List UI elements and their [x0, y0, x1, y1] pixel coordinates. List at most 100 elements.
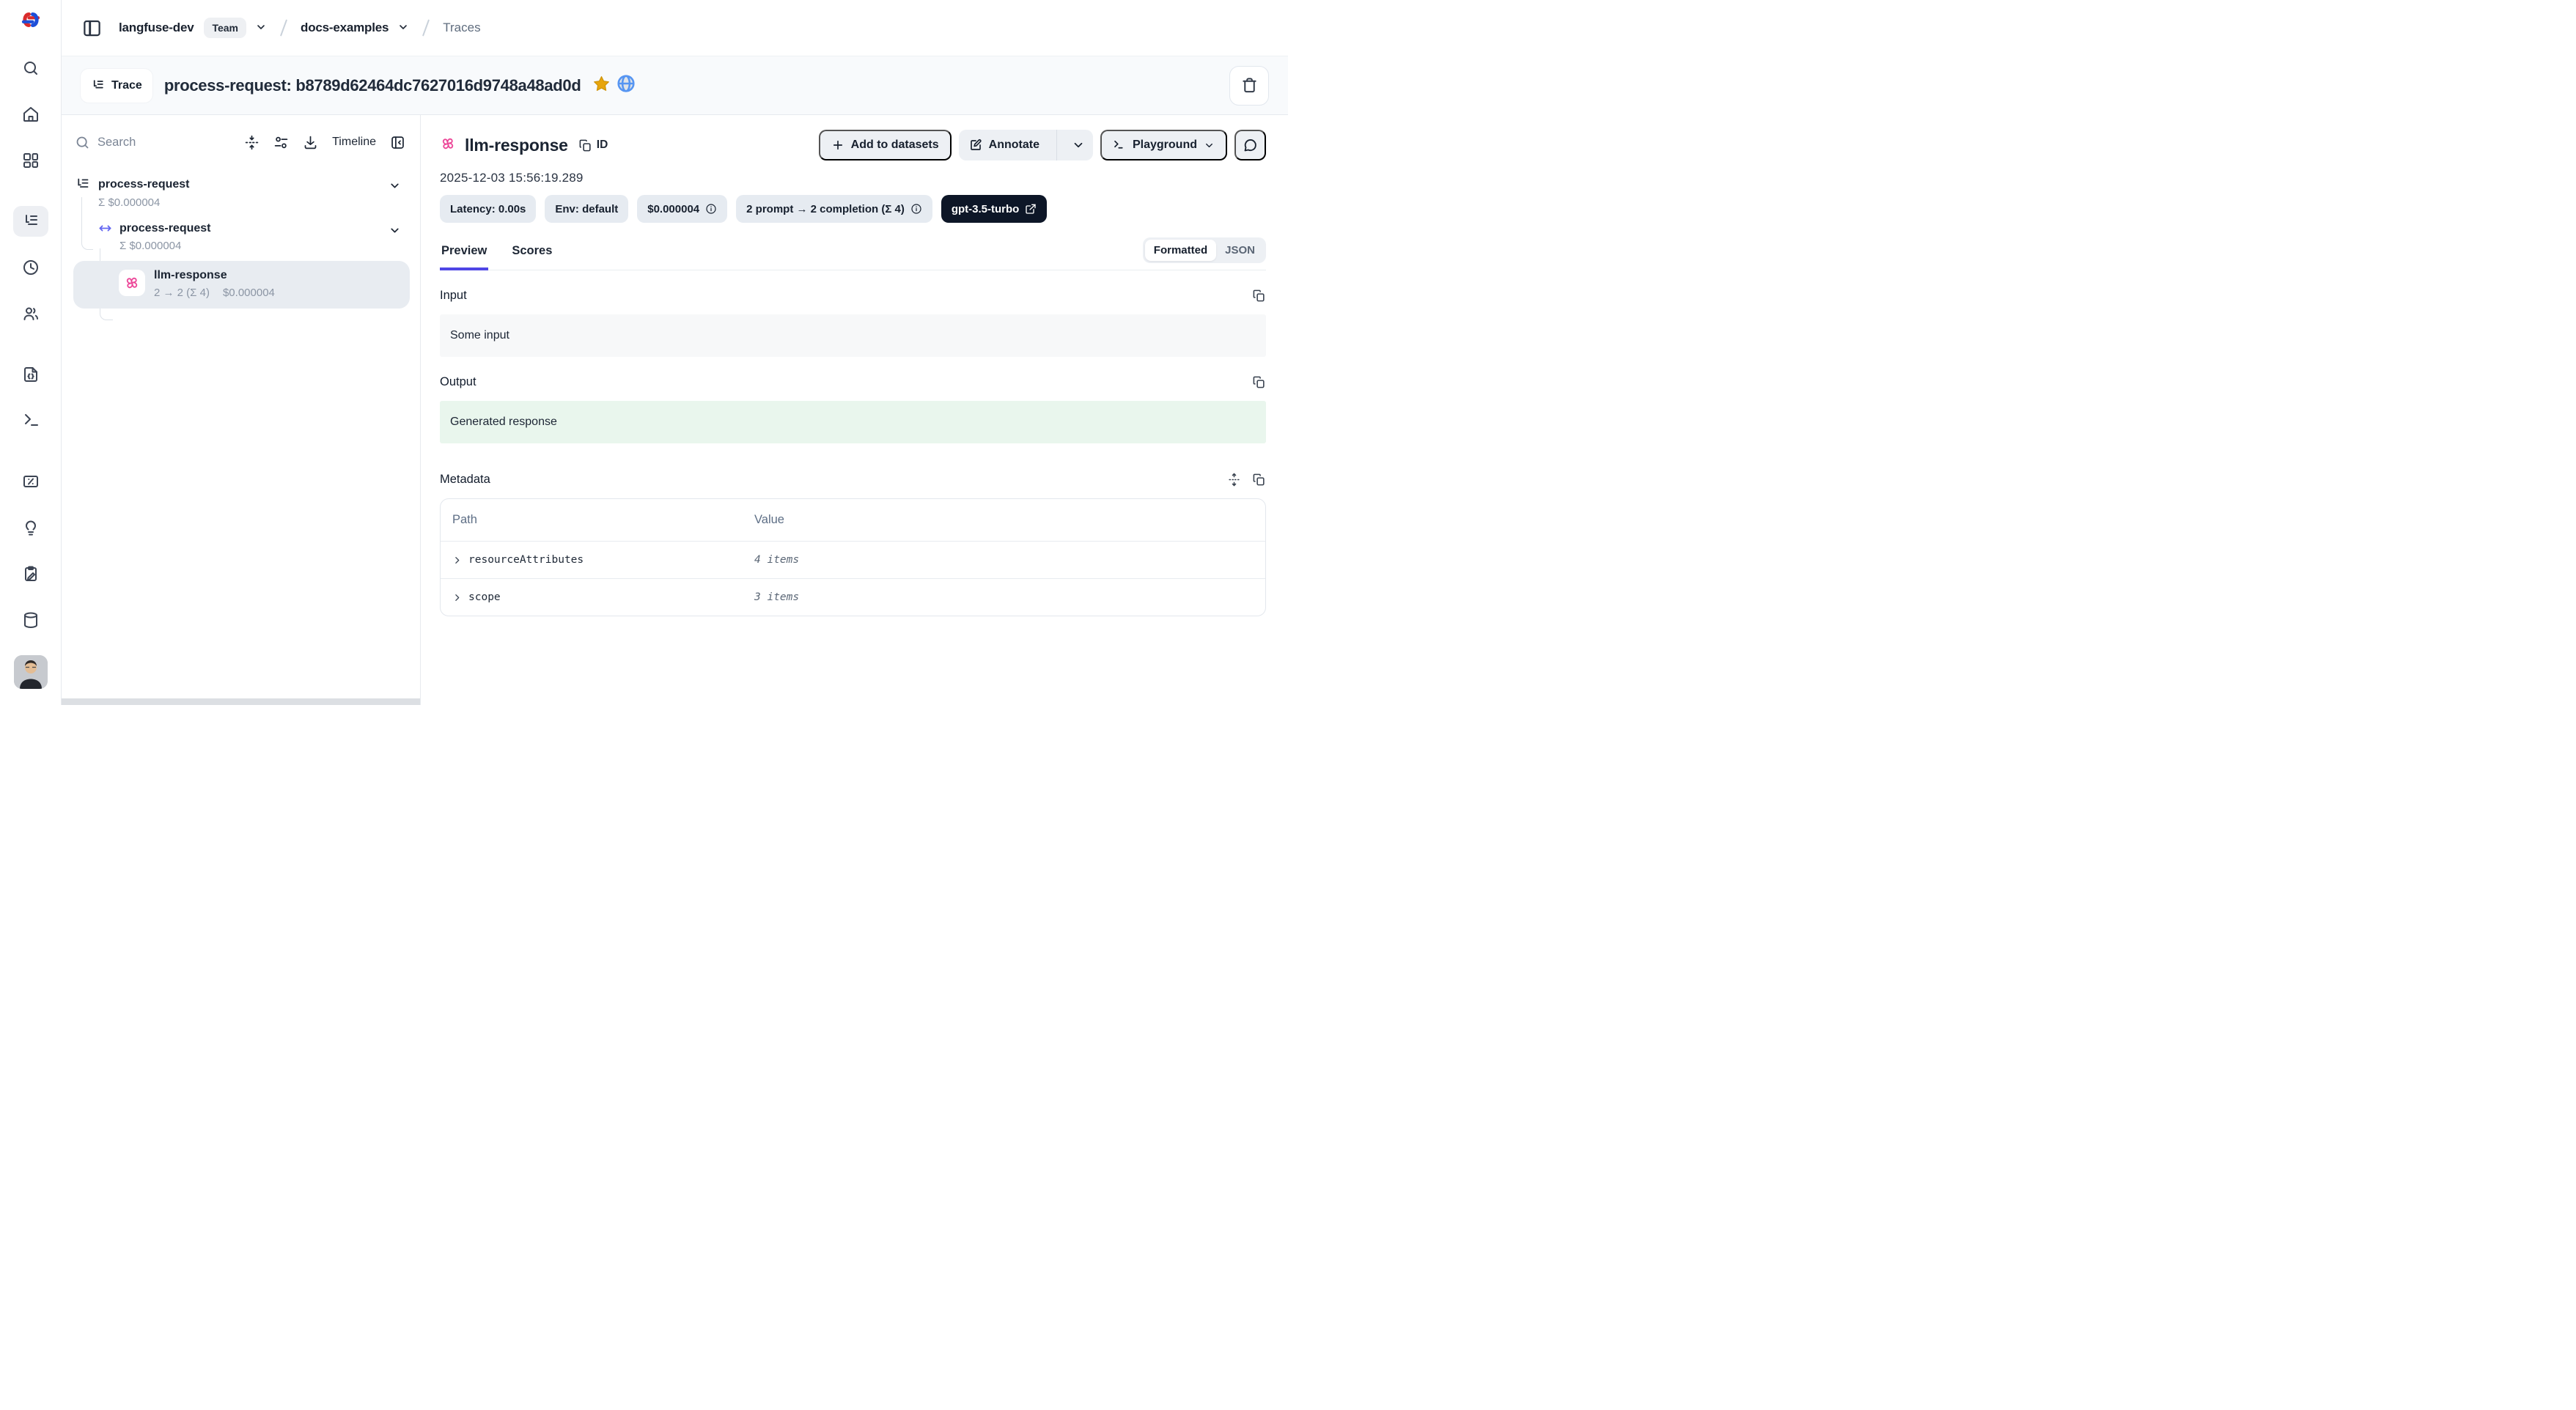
add-to-datasets-button[interactable]: Add to datasets: [819, 130, 952, 160]
dashboard-icon: [22, 152, 40, 169]
annotate-dropdown-button[interactable]: [1064, 130, 1093, 160]
info-icon: [910, 203, 922, 215]
annotate-button[interactable]: Annotate: [959, 130, 1050, 160]
sidebar-toggle-button[interactable]: [79, 15, 104, 40]
panel-collapse-icon: [390, 135, 405, 150]
plus-icon: [831, 139, 844, 152]
expand-metadata-button[interactable]: [1227, 473, 1241, 487]
clock-icon: [22, 259, 40, 276]
span-arrows-icon: [98, 221, 112, 235]
tree-node-cost: $0.000004: [223, 287, 275, 299]
format-json-option[interactable]: JSON: [1216, 240, 1264, 261]
terminal-icon: [22, 412, 40, 429]
metadata-section-header: Metadata: [440, 473, 1266, 487]
search-input[interactable]: Search: [75, 135, 230, 150]
bookmark-star-button[interactable]: [592, 75, 611, 97]
copy-output-button[interactable]: [1252, 375, 1266, 389]
trace-header-row: Trace process-request: b8789d62464dc7627…: [62, 56, 1288, 115]
copy-metadata-button[interactable]: [1252, 473, 1266, 487]
rail-prompts[interactable]: [13, 359, 48, 390]
breadcrumb-section[interactable]: Traces: [443, 21, 480, 35]
trace-title: process-request: b8789d62464dc7627016d97…: [164, 76, 581, 95]
breadcrumb-separator: [280, 19, 287, 36]
org-switcher[interactable]: [254, 19, 267, 37]
panel-left-toggle-icon: [82, 18, 102, 38]
copy-id-button[interactable]: ID: [578, 139, 608, 152]
rail-home[interactable]: [13, 99, 48, 130]
horizontal-scrollbar[interactable]: [62, 698, 420, 705]
evaluator-icon: [22, 473, 40, 490]
breadcrumb-org[interactable]: langfuse-dev: [119, 21, 194, 35]
metadata-table: Path Value resourceAttributes 4 items: [440, 498, 1266, 616]
trace-chip-label: Trace: [111, 79, 142, 92]
file-json-icon: [22, 366, 40, 383]
copy-input-button[interactable]: [1252, 289, 1266, 303]
observation-badges: Latency: 0.00s Env: default $0.000004 2 …: [440, 195, 1266, 223]
rail-traces[interactable]: [13, 206, 48, 237]
input-label: Input: [440, 289, 467, 303]
project-switcher[interactable]: [396, 19, 409, 37]
metadata-row-value: 3 items: [754, 591, 1254, 603]
download-button[interactable]: [303, 135, 318, 150]
tab-scores[interactable]: Scores: [510, 240, 553, 270]
tree-node-cost: Σ $0.000004: [73, 196, 414, 209]
rail-search[interactable]: [13, 53, 48, 84]
rail-playground[interactable]: [13, 405, 48, 436]
annotate-pen-icon: [969, 139, 982, 152]
search-icon: [75, 135, 90, 150]
tab-preview[interactable]: Preview: [440, 240, 488, 270]
user-avatar[interactable]: [14, 655, 48, 689]
metadata-table-header: Path Value: [441, 499, 1265, 541]
usage-badge[interactable]: 2 prompt → 2 completion (Σ 4): [736, 195, 932, 223]
tree-node-span[interactable]: process-request Σ $0.000004: [73, 221, 414, 252]
format-toggle: Formatted JSON: [1143, 237, 1266, 263]
observation-detail-panel: llm-response ID Add to datasets: [421, 115, 1288, 705]
metadata-label: Metadata: [440, 473, 490, 487]
metadata-row-value: 4 items: [754, 554, 1254, 566]
tree-node-generation-selected[interactable]: llm-response 2 → 2 (Σ 4) $0.000004: [73, 261, 410, 309]
env-badge: Env: default: [545, 195, 628, 223]
rail-sessions[interactable]: [13, 252, 48, 283]
unfold-vertical-icon: [1227, 473, 1241, 487]
timeline-toggle[interactable]: Timeline: [332, 136, 376, 149]
delete-trace-button[interactable]: [1229, 66, 1269, 106]
metadata-row[interactable]: scope 3 items: [441, 578, 1265, 616]
collapse-node-button[interactable]: [389, 224, 401, 240]
collapse-panel-button[interactable]: [390, 135, 405, 150]
rail-annotation[interactable]: [13, 558, 48, 589]
chevron-down-icon: [397, 21, 409, 33]
breadcrumb-project[interactable]: docs-examples: [301, 21, 389, 35]
format-formatted-option[interactable]: Formatted: [1145, 240, 1216, 261]
comments-button[interactable]: [1234, 130, 1266, 160]
trace-tree-icon: [22, 213, 40, 230]
chevron-down-icon: [255, 21, 267, 33]
annotate-label: Annotate: [989, 139, 1039, 152]
cost-badge[interactable]: $0.000004: [637, 195, 727, 223]
chevron-right-icon: [452, 555, 462, 565]
breadcrumb-separator: [422, 19, 430, 36]
add-to-datasets-label: Add to datasets: [851, 139, 939, 152]
rail-dashboards[interactable]: [13, 145, 48, 176]
metadata-row-path: resourceAttributes: [468, 554, 584, 566]
tree-settings-button[interactable]: [273, 135, 289, 150]
trash-icon: [1241, 77, 1258, 94]
playground-button[interactable]: Playground: [1100, 130, 1227, 160]
collapse-all-button[interactable]: [244, 135, 260, 150]
lightbulb-icon: [22, 519, 40, 536]
playground-label: Playground: [1133, 139, 1197, 152]
observation-title: llm-response: [465, 136, 568, 155]
collapse-node-button[interactable]: [389, 180, 401, 196]
chevron-down-icon: [389, 224, 401, 237]
model-badge[interactable]: gpt-3.5-turbo: [941, 195, 1047, 223]
rail-evaluators[interactable]: [13, 466, 48, 497]
rail-insights[interactable]: [13, 512, 48, 543]
home-icon: [22, 106, 40, 123]
public-share-button[interactable]: [617, 74, 636, 97]
rail-datasets[interactable]: [13, 605, 48, 635]
metadata-row[interactable]: resourceAttributes 4 items: [441, 541, 1265, 578]
rail-users[interactable]: [13, 298, 48, 329]
database-icon: [22, 611, 40, 629]
id-label: ID: [597, 139, 608, 152]
tree-node-trace[interactable]: process-request Σ $0.000004: [73, 177, 414, 209]
filters-icon: [273, 135, 289, 150]
